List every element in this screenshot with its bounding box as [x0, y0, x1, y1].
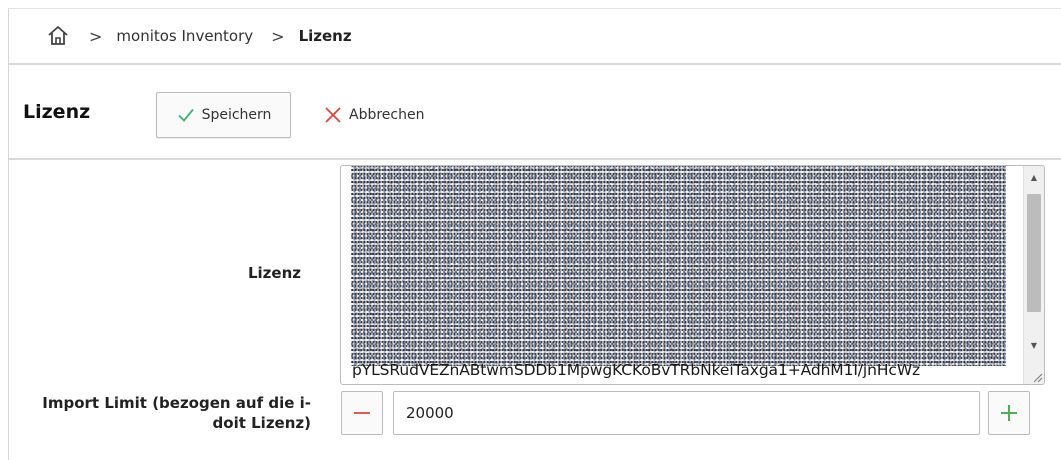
cancel-button[interactable]: Abbrechen: [323, 92, 424, 138]
resize-grip-icon[interactable]: [1031, 371, 1043, 383]
breadcrumb-separator: >: [271, 26, 285, 46]
scroll-thumb[interactable]: [1027, 194, 1041, 312]
scroll-down-arrow-icon[interactable]: ▼: [1024, 336, 1044, 356]
lizenz-scrollbar[interactable]: ▲ ▼: [1023, 166, 1044, 384]
save-button[interactable]: Speichern: [156, 92, 291, 138]
lizenz-textarea[interactable]: pYLSRudVEZnABtwmSDDb1MpwgKCKoBvTRbNkeiTa…: [340, 165, 1045, 385]
increment-button[interactable]: [988, 391, 1030, 435]
breadcrumb: > monitos Inventory > Lizenz: [9, 9, 1061, 65]
breadcrumb-item-lizenz: Lizenz: [298, 27, 352, 45]
lizenz-label: Lizenz: [247, 264, 301, 282]
cancel-button-label: Abbrechen: [349, 107, 425, 123]
breadcrumb-item-monitos-inventory[interactable]: monitos Inventory: [116, 27, 253, 45]
minus-icon: [354, 412, 370, 414]
page-title: Lizenz: [23, 101, 91, 123]
breadcrumb-separator: >: [89, 26, 103, 46]
import-limit-label-line1: Import Limit (bezogen auf die i-: [42, 394, 311, 412]
plus-icon: [1001, 405, 1017, 421]
lizenz-text-content: [351, 166, 1006, 366]
close-icon: [325, 107, 341, 123]
scroll-up-arrow-icon[interactable]: ▲: [1024, 168, 1044, 188]
import-limit-label: Import Limit (bezogen auf die i- doit Li…: [9, 393, 311, 433]
import-limit-label-line2: doit Lizenz): [212, 414, 311, 432]
checkmark-icon: [177, 108, 194, 122]
app-frame: > monitos Inventory > Lizenz Lizenz Spei…: [8, 8, 1061, 460]
import-limit-input[interactable]: [393, 391, 980, 435]
toolbar: Lizenz Speichern Abbrechen: [9, 65, 1061, 160]
decrement-button[interactable]: [341, 391, 383, 435]
lizenz-text-visible-line: pYLSRudVEZnABtwmSDDb1MpwgKCKoBvTRbNkeiTa…: [352, 361, 921, 379]
save-button-label: Speichern: [201, 107, 272, 123]
home-icon[interactable]: [45, 23, 71, 49]
